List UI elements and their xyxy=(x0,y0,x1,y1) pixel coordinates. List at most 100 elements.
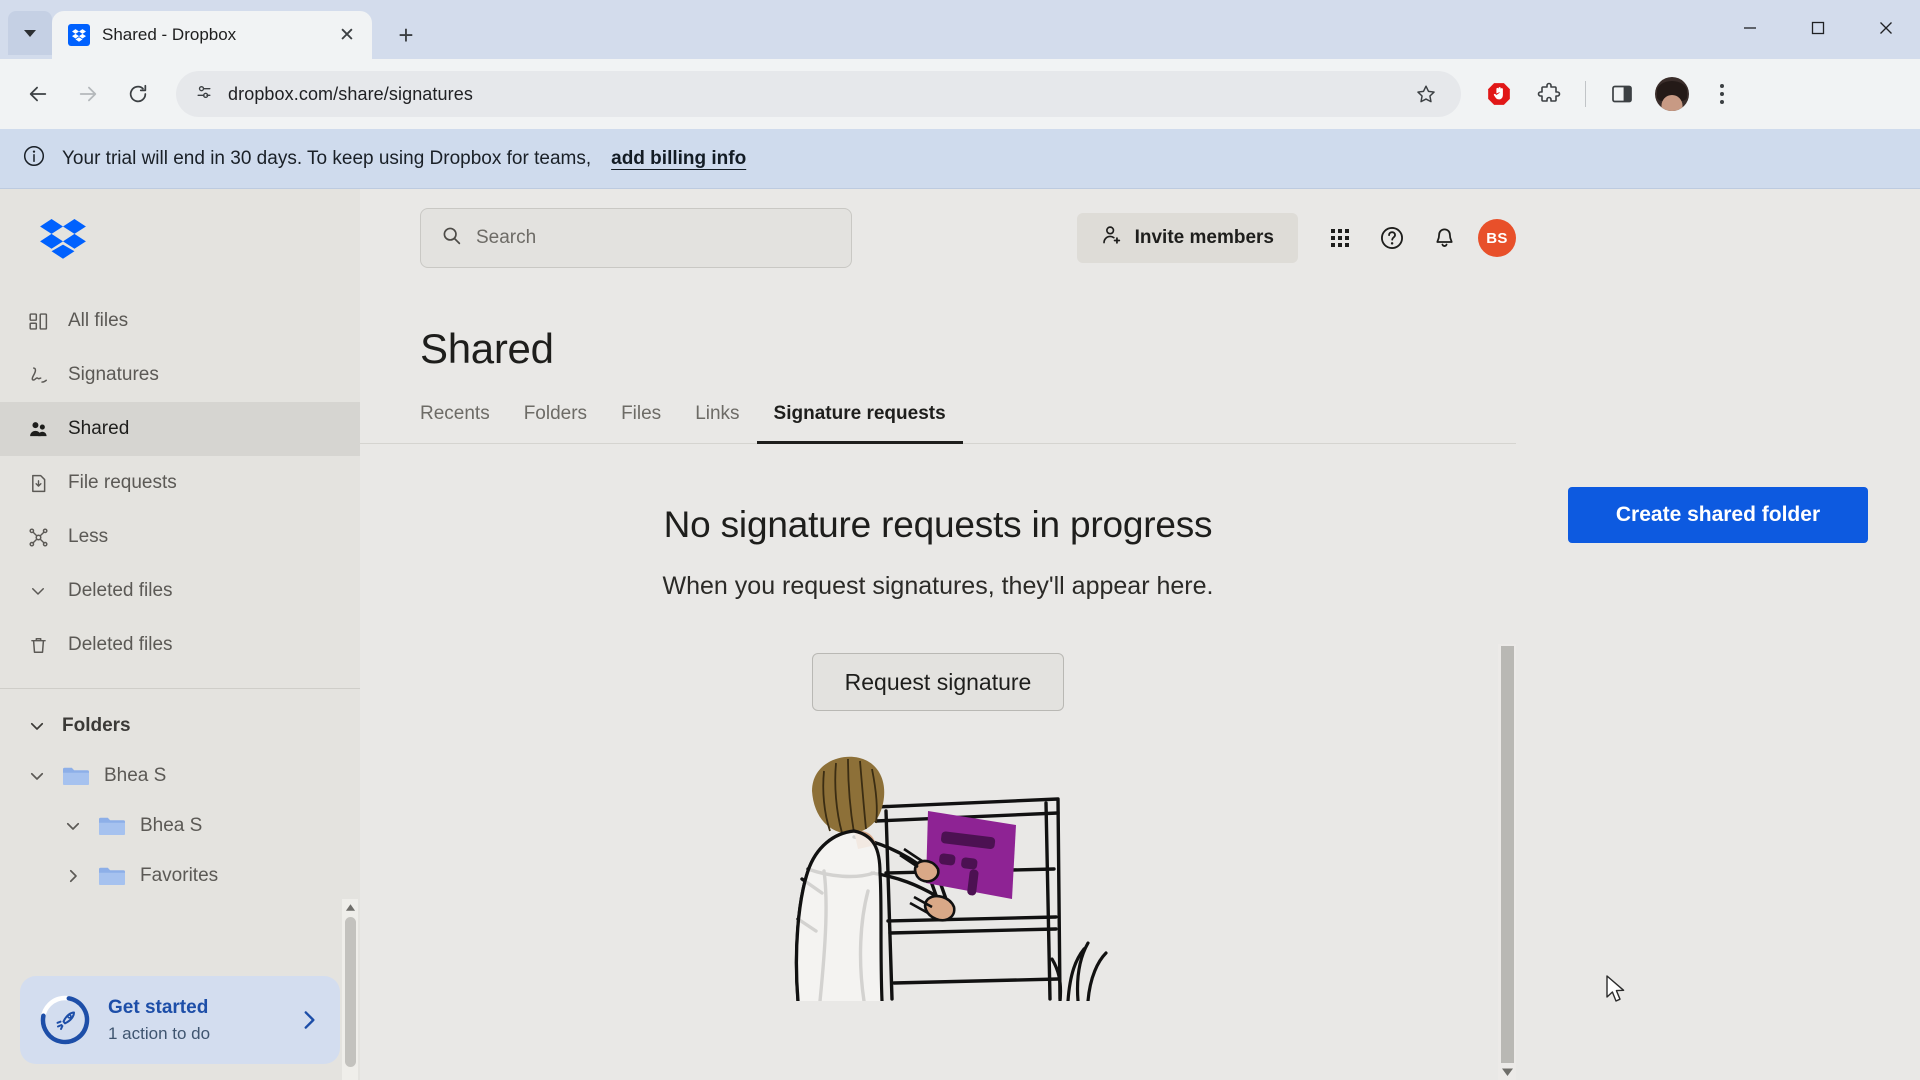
tab-signature-requests[interactable]: Signature requests xyxy=(756,403,963,444)
folders-header-label: Folders xyxy=(62,715,131,736)
folder-icon xyxy=(98,815,126,837)
dropbox-logo-icon[interactable] xyxy=(0,189,360,294)
sidebar-scrollbar[interactable] xyxy=(342,899,358,1080)
sidebar-item-label: All files xyxy=(68,310,129,331)
tree-item-label: Favorites xyxy=(140,865,219,886)
close-tab-icon[interactable]: ✕ xyxy=(334,22,360,48)
bookmark-star-icon[interactable] xyxy=(1409,77,1443,111)
scroll-up-arrow-icon[interactable] xyxy=(345,899,356,915)
tree-item-label: Bhea S xyxy=(104,765,167,786)
new-tab-button[interactable]: + xyxy=(386,15,426,55)
browser-window: Shared - Dropbox ✕ + dropbox.com/share/s… xyxy=(0,0,1920,1080)
side-panel-icon[interactable] xyxy=(1600,72,1644,116)
close-window-button[interactable] xyxy=(1852,0,1920,56)
sidebar-scrollbar-thumb[interactable] xyxy=(344,917,356,1067)
page-title: Shared xyxy=(420,325,554,372)
tab-search-button[interactable] xyxy=(8,11,52,55)
empty-state-illustration xyxy=(768,751,1108,1006)
tab-links[interactable]: Links xyxy=(678,403,756,443)
adblock-icon[interactable] xyxy=(1477,72,1521,116)
grid-apps-icon[interactable] xyxy=(1316,214,1364,262)
folders-section-header[interactable]: Folders xyxy=(26,701,360,751)
add-billing-info-link[interactable]: add billing info xyxy=(611,148,746,170)
file-request-icon xyxy=(26,471,50,495)
profile-avatar[interactable] xyxy=(1650,72,1694,116)
admin-console-icon xyxy=(26,525,50,549)
folders-tree: Folders Bhea S Bhea S Favorites xyxy=(0,701,360,901)
bell-icon[interactable] xyxy=(1420,214,1468,262)
search-icon xyxy=(441,225,462,251)
sidebar-item-signatures[interactable]: Signatures xyxy=(0,348,360,402)
browser-tab[interactable]: Shared - Dropbox ✕ xyxy=(52,11,372,59)
sidebar-divider xyxy=(0,688,360,689)
get-started-card[interactable]: Get started 1 action to do xyxy=(20,976,340,1064)
trash-icon xyxy=(26,633,50,657)
sidebar-item-label: Deleted files xyxy=(68,580,173,601)
sidebar-item-less[interactable]: Deleted files xyxy=(0,564,360,618)
window-controls xyxy=(1716,0,1920,56)
chevron-down-icon[interactable] xyxy=(26,715,48,737)
app-header: Search Invite members BS xyxy=(360,189,1920,287)
trial-banner: Your trial will end in 30 days. To keep … xyxy=(0,129,1920,189)
sidebar-item-all-files[interactable]: All files xyxy=(0,294,360,348)
tab-title: Shared - Dropbox xyxy=(102,25,237,44)
sidebar-item-shared[interactable]: Shared xyxy=(0,402,360,456)
main-content: Search Invite members BS Shared Recents … xyxy=(360,189,1920,1080)
tree-item-favorites[interactable]: Favorites xyxy=(26,851,360,901)
tree-item-bhea-s-child[interactable]: Bhea S xyxy=(26,801,360,851)
tab-files[interactable]: Files xyxy=(604,403,678,443)
invite-members-button[interactable]: Invite members xyxy=(1076,213,1298,263)
tree-item-bhea-s-root[interactable]: Bhea S xyxy=(26,751,360,801)
user-avatar[interactable]: BS xyxy=(1478,219,1516,257)
sidebar-item-deleted-files[interactable]: Deleted files Deleted files xyxy=(0,618,360,672)
search-input[interactable]: Search xyxy=(420,208,852,268)
get-started-title: Get started xyxy=(108,996,209,1018)
invite-members-label: Invite members xyxy=(1134,227,1274,248)
page-body: All files Signatures Shared File request… xyxy=(0,189,1920,1080)
info-icon xyxy=(22,144,46,173)
forward-button[interactable] xyxy=(66,72,110,116)
sidebar-item-label: Signatures xyxy=(68,364,159,385)
sidebar-item-file-requests[interactable]: File requests xyxy=(0,456,360,510)
three-dot-menu-icon[interactable] xyxy=(1700,72,1744,116)
back-button[interactable] xyxy=(16,72,60,116)
url-text: dropbox.com/share/signatures xyxy=(228,83,473,104)
sidebar-item-label: Shared xyxy=(68,418,130,439)
chevron-down-icon xyxy=(26,579,50,603)
site-settings-icon[interactable] xyxy=(194,82,214,107)
folder-icon xyxy=(98,865,126,887)
extensions-puzzle-icon[interactable] xyxy=(1527,72,1571,116)
minimize-button[interactable] xyxy=(1716,0,1784,56)
content-scrollbar-thumb[interactable] xyxy=(1500,646,1514,1064)
help-circle-icon[interactable] xyxy=(1368,214,1416,262)
tab-folders[interactable]: Folders xyxy=(507,403,604,443)
search-placeholder: Search xyxy=(476,227,537,248)
address-bar[interactable]: dropbox.com/share/signatures xyxy=(176,71,1461,117)
trial-banner-text: Your trial will end in 30 days. To keep … xyxy=(62,147,592,169)
all-files-icon xyxy=(26,309,50,333)
maximize-button[interactable] xyxy=(1784,0,1852,56)
sidebar-item-admin-console[interactable]: Less xyxy=(0,510,360,564)
request-signature-button[interactable]: Request signature xyxy=(811,653,1065,711)
create-shared-folder-button[interactable]: Create shared folder xyxy=(1568,487,1868,543)
reload-button[interactable] xyxy=(116,72,160,116)
scroll-down-arrow-icon[interactable] xyxy=(1501,1063,1514,1080)
tab-strip: Shared - Dropbox ✕ + xyxy=(0,0,1920,59)
add-person-icon xyxy=(1101,224,1123,252)
sidebar: All files Signatures Shared File request… xyxy=(0,189,360,1080)
tab-recents[interactable]: Recents xyxy=(420,403,507,443)
header-actions: Invite members BS xyxy=(1076,213,1920,263)
empty-state-subheading: When you request signatures, they'll app… xyxy=(662,572,1214,600)
get-started-subtitle: 1 action to do xyxy=(108,1023,211,1043)
chevron-down-icon[interactable] xyxy=(62,815,84,837)
dropbox-favicon-icon xyxy=(68,24,90,46)
chevron-right-icon[interactable] xyxy=(62,865,84,887)
chevron-down-icon[interactable] xyxy=(26,765,48,787)
browser-toolbar: dropbox.com/share/signatures xyxy=(0,59,1920,129)
sidebar-item-label: File requests xyxy=(68,472,177,493)
content-scrollbar[interactable] xyxy=(1498,644,1516,1080)
content-tabs: Recents Folders Files Links Signature re… xyxy=(360,373,1920,444)
chevron-right-icon[interactable] xyxy=(296,1007,322,1033)
signature-icon xyxy=(26,363,50,387)
empty-state-heading: No signature requests in progress xyxy=(663,504,1213,545)
